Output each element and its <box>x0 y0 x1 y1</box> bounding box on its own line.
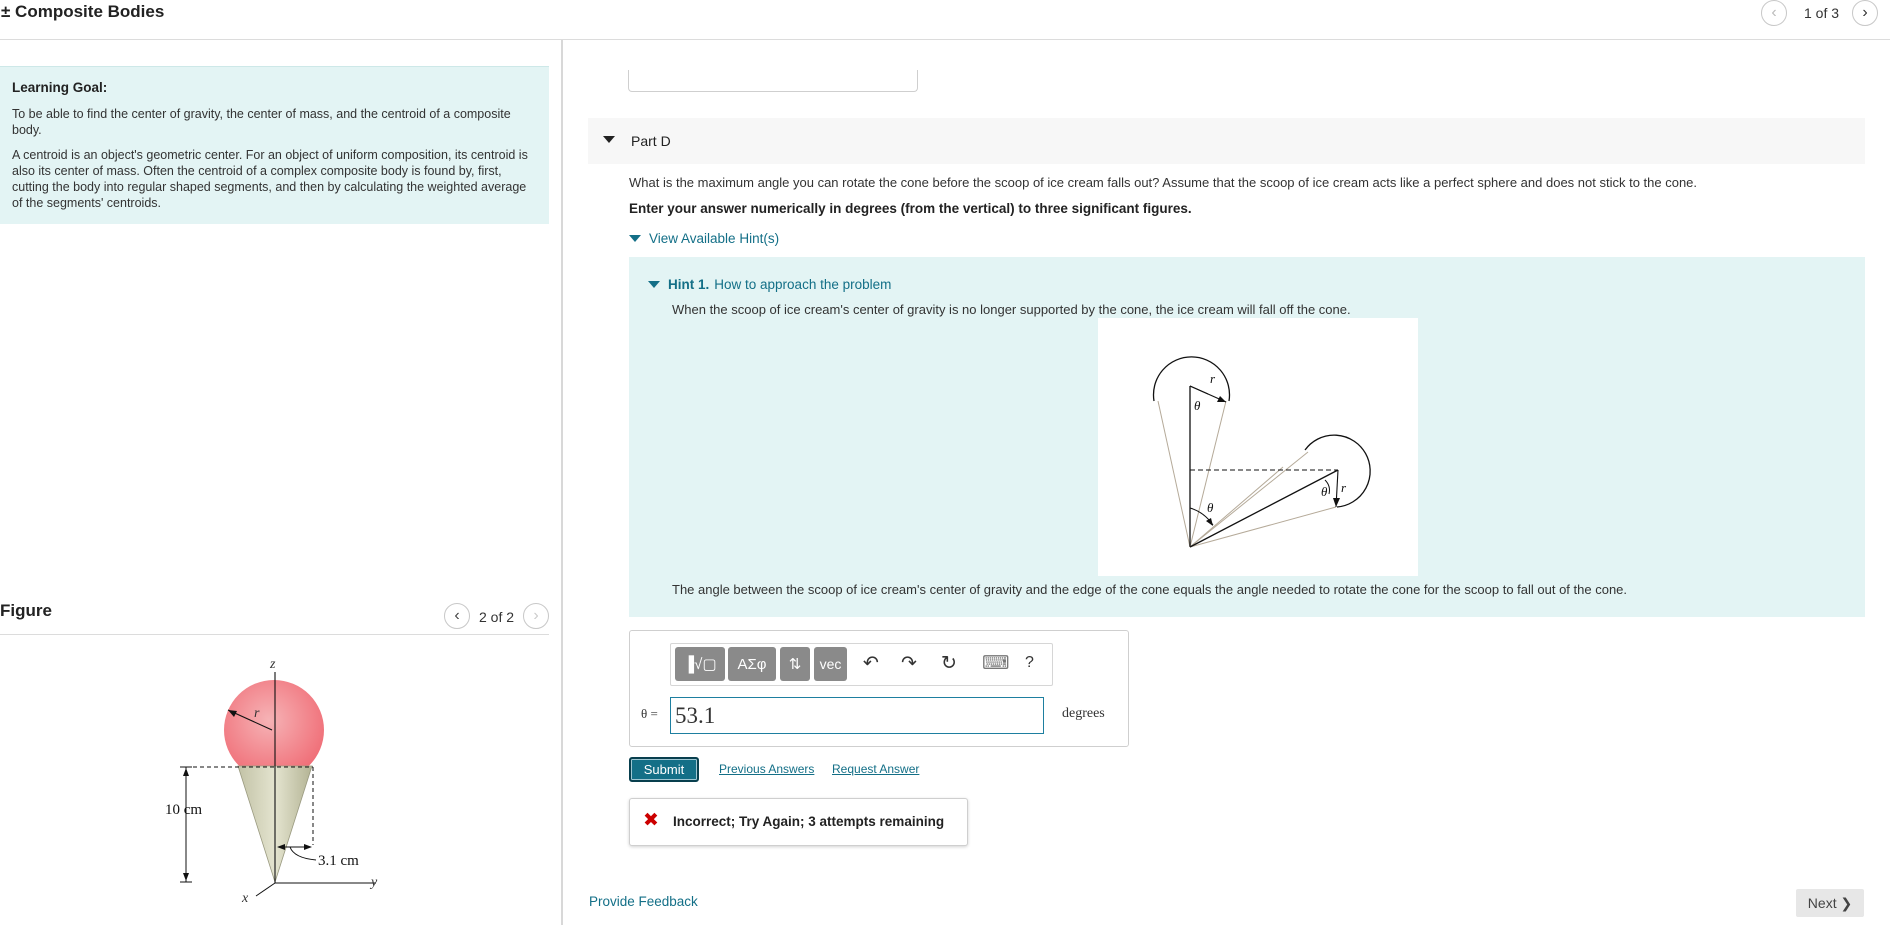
arrows-icon: ⇅ <box>788 656 802 673</box>
figure-divider <box>0 634 549 635</box>
provide-feedback-link[interactable]: Provide Feedback <box>589 894 698 909</box>
learning-goal-box: Learning Goal: To be able to find the ce… <box>0 66 549 224</box>
upright-angle-arm <box>1189 385 1209 395</box>
previous-answers-link[interactable]: Previous Answers <box>719 762 814 776</box>
r-label-upright: r <box>1210 371 1216 386</box>
vec-label: vec <box>819 656 842 672</box>
panel-divider[interactable] <box>561 40 563 925</box>
answer-input[interactable] <box>670 697 1044 734</box>
view-hints-label: View Available Hint(s) <box>649 230 780 246</box>
width-label: 3.1 cm <box>318 853 359 869</box>
unit-label: degrees <box>1062 706 1105 721</box>
x-label: x <box>241 891 249 906</box>
centroid-description: A centroid is an object's geometric cent… <box>12 148 528 210</box>
view-hints-toggle[interactable]: View Available Hint(s) <box>629 230 779 246</box>
caret-down-icon[interactable] <box>603 136 615 143</box>
help-icon[interactable]: ? <box>1025 654 1034 672</box>
hint-text-2: The angle between the scoop of ice cream… <box>672 582 1628 597</box>
r-label-tilted: r <box>1341 480 1347 495</box>
part-label: Part D <box>631 133 671 149</box>
templates-button[interactable]: ▐√▢ <box>675 647 725 681</box>
keyboard-icon[interactable]: ⌨ <box>982 652 1009 675</box>
upright-cone-right-edge <box>1189 400 1227 548</box>
width-leader <box>289 846 317 861</box>
hint-text-1: When the scoop of ice cream's center of … <box>672 302 1351 317</box>
caret-down-icon <box>648 280 660 288</box>
caret-down-icon <box>629 234 641 242</box>
redo-icon[interactable]: ↷ <box>901 652 917 675</box>
top-bar: ± Composite Bodies ‹ 1 of 3 › <box>0 0 1890 40</box>
ice-cream-scoop <box>224 680 324 780</box>
math-toolbar: ▐√▢ AΣφ ⇅ vec ↶ ↷ ↻ ⌨ ? <box>670 643 1053 686</box>
height-arrow-up <box>183 768 189 776</box>
previous-part-box-edge <box>628 70 918 92</box>
chevron-left-icon: ‹ <box>454 607 460 624</box>
y-label: y <box>369 875 378 890</box>
feedback-text: Incorrect; Try Again; 3 attempts remaini… <box>673 814 945 829</box>
hint-1-header[interactable]: Hint 1. How to approach the problem <box>648 276 891 292</box>
greek-symbols-button[interactable]: AΣφ <box>728 647 776 681</box>
tilted-radius-arrowhead <box>1333 498 1340 507</box>
ice-cream-cone-figure: z r 10 cm 3.1 cm y x <box>165 657 378 906</box>
part-d-header[interactable] <box>588 118 1865 164</box>
theta-label-base: θ <box>1207 500 1214 515</box>
next-item-button[interactable]: › <box>1852 0 1878 26</box>
request-answer-link[interactable]: Request Answer <box>832 762 919 776</box>
arrows-button[interactable]: ⇅ <box>780 647 810 681</box>
chevron-right-icon: › <box>1862 4 1868 21</box>
templates-icon: ▐√▢ <box>683 656 717 673</box>
theta-label-tilted: θ <box>1321 484 1328 499</box>
item-counter: 1 of 3 <box>1804 5 1840 21</box>
hint-number: Hint 1. <box>668 276 710 292</box>
question-text: What is the maximum angle you can rotate… <box>629 175 1698 190</box>
hint-title: How to approach the problem <box>714 276 892 292</box>
figure-counter: 2 of 2 <box>479 609 515 625</box>
reset-icon[interactable]: ↻ <box>941 652 957 675</box>
z-label: z <box>269 657 276 672</box>
learning-goal-heading: Learning Goal: <box>12 80 108 95</box>
height-arrow-down <box>183 873 189 881</box>
greek-icon: AΣφ <box>737 655 767 673</box>
figure-title: Figure <box>0 601 52 620</box>
figure-previous-button[interactable]: ‹ <box>444 603 470 629</box>
page-title: ± Composite Bodies <box>1 2 165 21</box>
rotated-cone-diagram: r θ θ θ r <box>1152 356 1371 548</box>
vector-button[interactable]: vec <box>814 647 847 681</box>
previous-item-button[interactable]: ‹ <box>1761 0 1787 26</box>
r-label: r <box>254 706 260 721</box>
variable-label: θ = <box>641 706 658 721</box>
upright-cone-left-edge <box>1157 400 1191 548</box>
hint-diagram: r θ θ θ r <box>1098 318 1418 576</box>
instruction-text: Enter your answer numerically in degrees… <box>629 201 1192 216</box>
theta-label-upright: θ <box>1194 398 1201 413</box>
upright-scoop <box>1152 356 1231 402</box>
undo-icon[interactable]: ↶ <box>863 652 879 675</box>
next-button[interactable]: Next ❯ <box>1796 889 1864 917</box>
learning-goal-text: To be able to find the center of gravity… <box>12 107 511 137</box>
chevron-right-icon: › <box>533 607 539 624</box>
submit-button[interactable]: Submit <box>629 757 699 782</box>
error-icon: ✖ <box>643 810 659 831</box>
x-axis <box>255 882 276 897</box>
width-arrow-right <box>304 844 312 850</box>
tilted-cone-edge-3 <box>1189 466 1284 548</box>
base-angle-arrowhead <box>1206 518 1213 526</box>
height-label: 10 cm <box>165 802 202 818</box>
figure-next-button[interactable]: › <box>523 603 549 629</box>
chevron-left-icon: ‹ <box>1771 4 1777 21</box>
